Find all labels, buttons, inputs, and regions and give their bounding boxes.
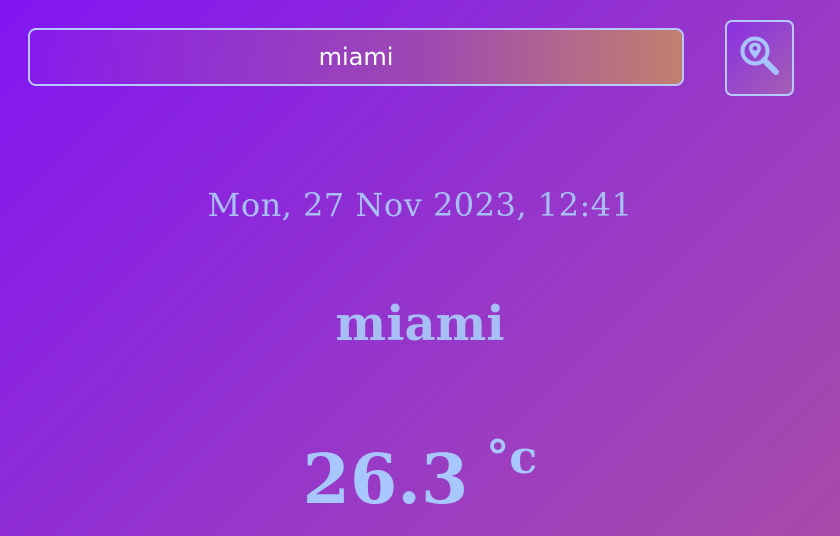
search-location-button[interactable] <box>725 20 794 96</box>
search-bar[interactable] <box>28 28 684 86</box>
search-input[interactable] <box>30 30 682 84</box>
date-time-label: Mon, 27 Nov 2023, 12:41 <box>207 186 633 224</box>
search-location-icon <box>738 34 782 82</box>
temperature-unit: °c <box>486 430 538 484</box>
city-name: miami <box>335 296 505 352</box>
temperature-value: 26.3 <box>302 440 469 520</box>
temperature-display: 26.3 °c <box>0 430 840 520</box>
